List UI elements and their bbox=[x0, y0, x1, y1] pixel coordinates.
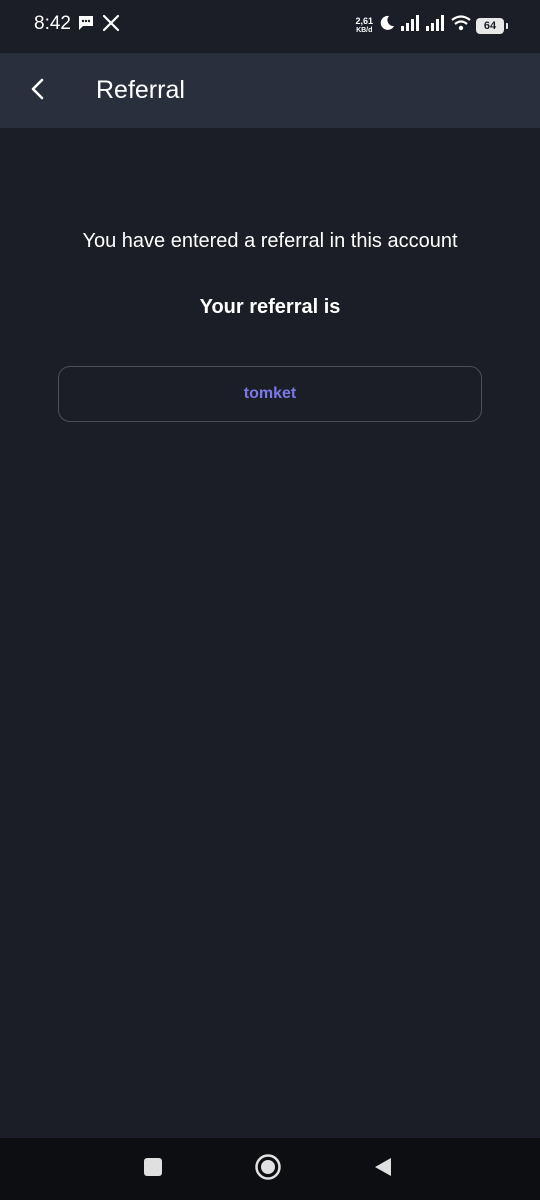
network-speed-value: 2,61 bbox=[355, 15, 373, 26]
network-speed: 2,61 KB/d bbox=[355, 15, 373, 35]
referral-code-box: tomket bbox=[58, 366, 482, 422]
signal-icon bbox=[401, 15, 421, 36]
recents-square-icon bbox=[143, 1157, 163, 1182]
home-button[interactable] bbox=[251, 1152, 285, 1186]
network-speed-unit: KB/d bbox=[356, 26, 373, 34]
referral-code: tomket bbox=[243, 385, 297, 402]
app-bar: Referral bbox=[0, 53, 540, 128]
message-icon bbox=[77, 14, 95, 37]
signal-icon bbox=[426, 15, 446, 36]
battery-icon: 64 bbox=[476, 17, 508, 34]
page-title: Referral bbox=[96, 76, 185, 104]
system-nav-bar bbox=[0, 1138, 540, 1200]
status-notification-icons bbox=[77, 14, 120, 37]
nav-back-button[interactable] bbox=[366, 1152, 400, 1186]
status-bar: 8:42 2,61 KB/d 64 bbox=[0, 0, 540, 52]
referral-message: You have entered a referral in this acco… bbox=[82, 230, 458, 252]
moon-icon bbox=[378, 14, 396, 37]
chevron-left-icon bbox=[28, 77, 48, 106]
back-triangle-icon bbox=[373, 1156, 393, 1183]
referral-heading: Your referral is bbox=[199, 296, 341, 318]
status-system-icons: 2,61 KB/d 64 bbox=[355, 14, 508, 37]
recents-button[interactable] bbox=[136, 1152, 170, 1186]
x-logo-icon bbox=[102, 14, 120, 37]
referral-screen: 8:42 2,61 KB/d 64 Referral You have ente… bbox=[0, 0, 540, 1200]
back-button[interactable] bbox=[18, 71, 58, 111]
wifi-icon bbox=[451, 15, 471, 36]
home-circle-icon bbox=[254, 1153, 282, 1186]
status-time: 8:42 bbox=[34, 13, 71, 34]
